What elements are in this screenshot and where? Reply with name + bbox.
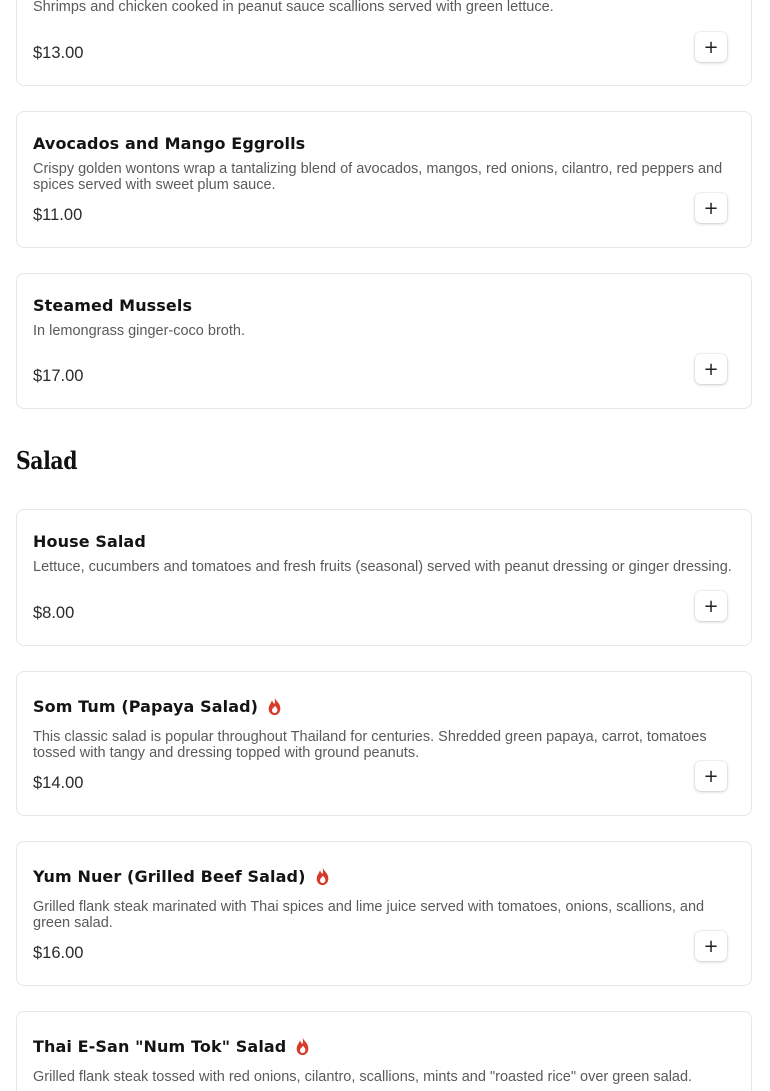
plus-icon: + — [703, 765, 719, 787]
menu-item-name: Avocados and Mango Eggrolls — [33, 134, 306, 153]
menu-item-name: House Salad — [33, 532, 146, 551]
menu-item-card[interactable]: Yum Nuer (Grilled Beef Salad) Grilled fl… — [16, 841, 752, 986]
add-to-cart-button[interactable]: + — [695, 591, 727, 621]
menu-item-price: $8.00 — [33, 604, 75, 622]
flame-icon — [316, 866, 328, 886]
plus-icon: + — [703, 595, 719, 617]
flame-icon — [268, 696, 281, 716]
plus-icon: + — [703, 36, 719, 58]
plus-icon: + — [703, 197, 719, 219]
menu-item-price: $14.00 — [33, 774, 84, 792]
menu-item-price: $17.00 — [33, 367, 84, 385]
menu-item-description: This classic salad is popular throughout… — [33, 729, 707, 761]
menu-item-card[interactable]: Som Tum (Papaya Salad) This classic sala… — [16, 671, 752, 816]
menu-item-name: Som Tum (Papaya Salad) — [33, 696, 283, 716]
plus-icon: + — [703, 358, 719, 380]
plus-icon: + — [703, 935, 719, 957]
add-to-cart-button[interactable]: + — [695, 193, 727, 223]
menu-item-price: $16.00 — [33, 944, 84, 962]
flame-icon — [297, 1036, 309, 1056]
add-to-cart-button[interactable]: + — [695, 761, 727, 791]
menu-item-description: Crispy golden wontons wrap a tantalizing… — [33, 161, 723, 193]
add-to-cart-button[interactable]: + — [695, 354, 727, 384]
menu-item-price: $11.00 — [33, 206, 83, 224]
add-to-cart-button[interactable]: + — [695, 931, 727, 961]
section-title: Salad — [16, 446, 78, 475]
menu-item-name: Steamed Mussels — [33, 296, 193, 315]
menu-item-card[interactable]: Thai E-San "Num Tok" Salad Grilled flank… — [16, 1011, 752, 1091]
menu-item-card[interactable]: Steamed Mussels In lemongrass ginger-coc… — [16, 273, 752, 409]
menu-item-description: In lemongrass ginger-coco broth. — [33, 323, 245, 339]
menu-item-description: Grilled flank steak marinated with Thai … — [33, 899, 705, 931]
add-to-cart-button[interactable]: + — [695, 32, 727, 62]
menu-item-card[interactable]: Avocados and Mango Eggrolls Crispy golde… — [16, 111, 752, 248]
menu-item-name: Thai E-San "Num Tok" Salad — [33, 1036, 311, 1056]
menu-item-description: Shrimps and chicken cooked in peanut sau… — [33, 0, 554, 15]
menu-item-description: Grilled flank steak tossed with red onio… — [33, 1069, 693, 1085]
menu-item-card[interactable]: House Salad Lettuce, cucumbers and tomat… — [16, 509, 752, 646]
menu-item-name: Yum Nuer (Grilled Beef Salad) — [33, 866, 331, 886]
menu-item-price: $13.00 — [33, 44, 84, 62]
menu-item-card[interactable]: Shrimps and chicken cooked in peanut sau… — [16, 0, 752, 86]
menu-item-description: Lettuce, cucumbers and tomatoes and fres… — [33, 559, 732, 575]
